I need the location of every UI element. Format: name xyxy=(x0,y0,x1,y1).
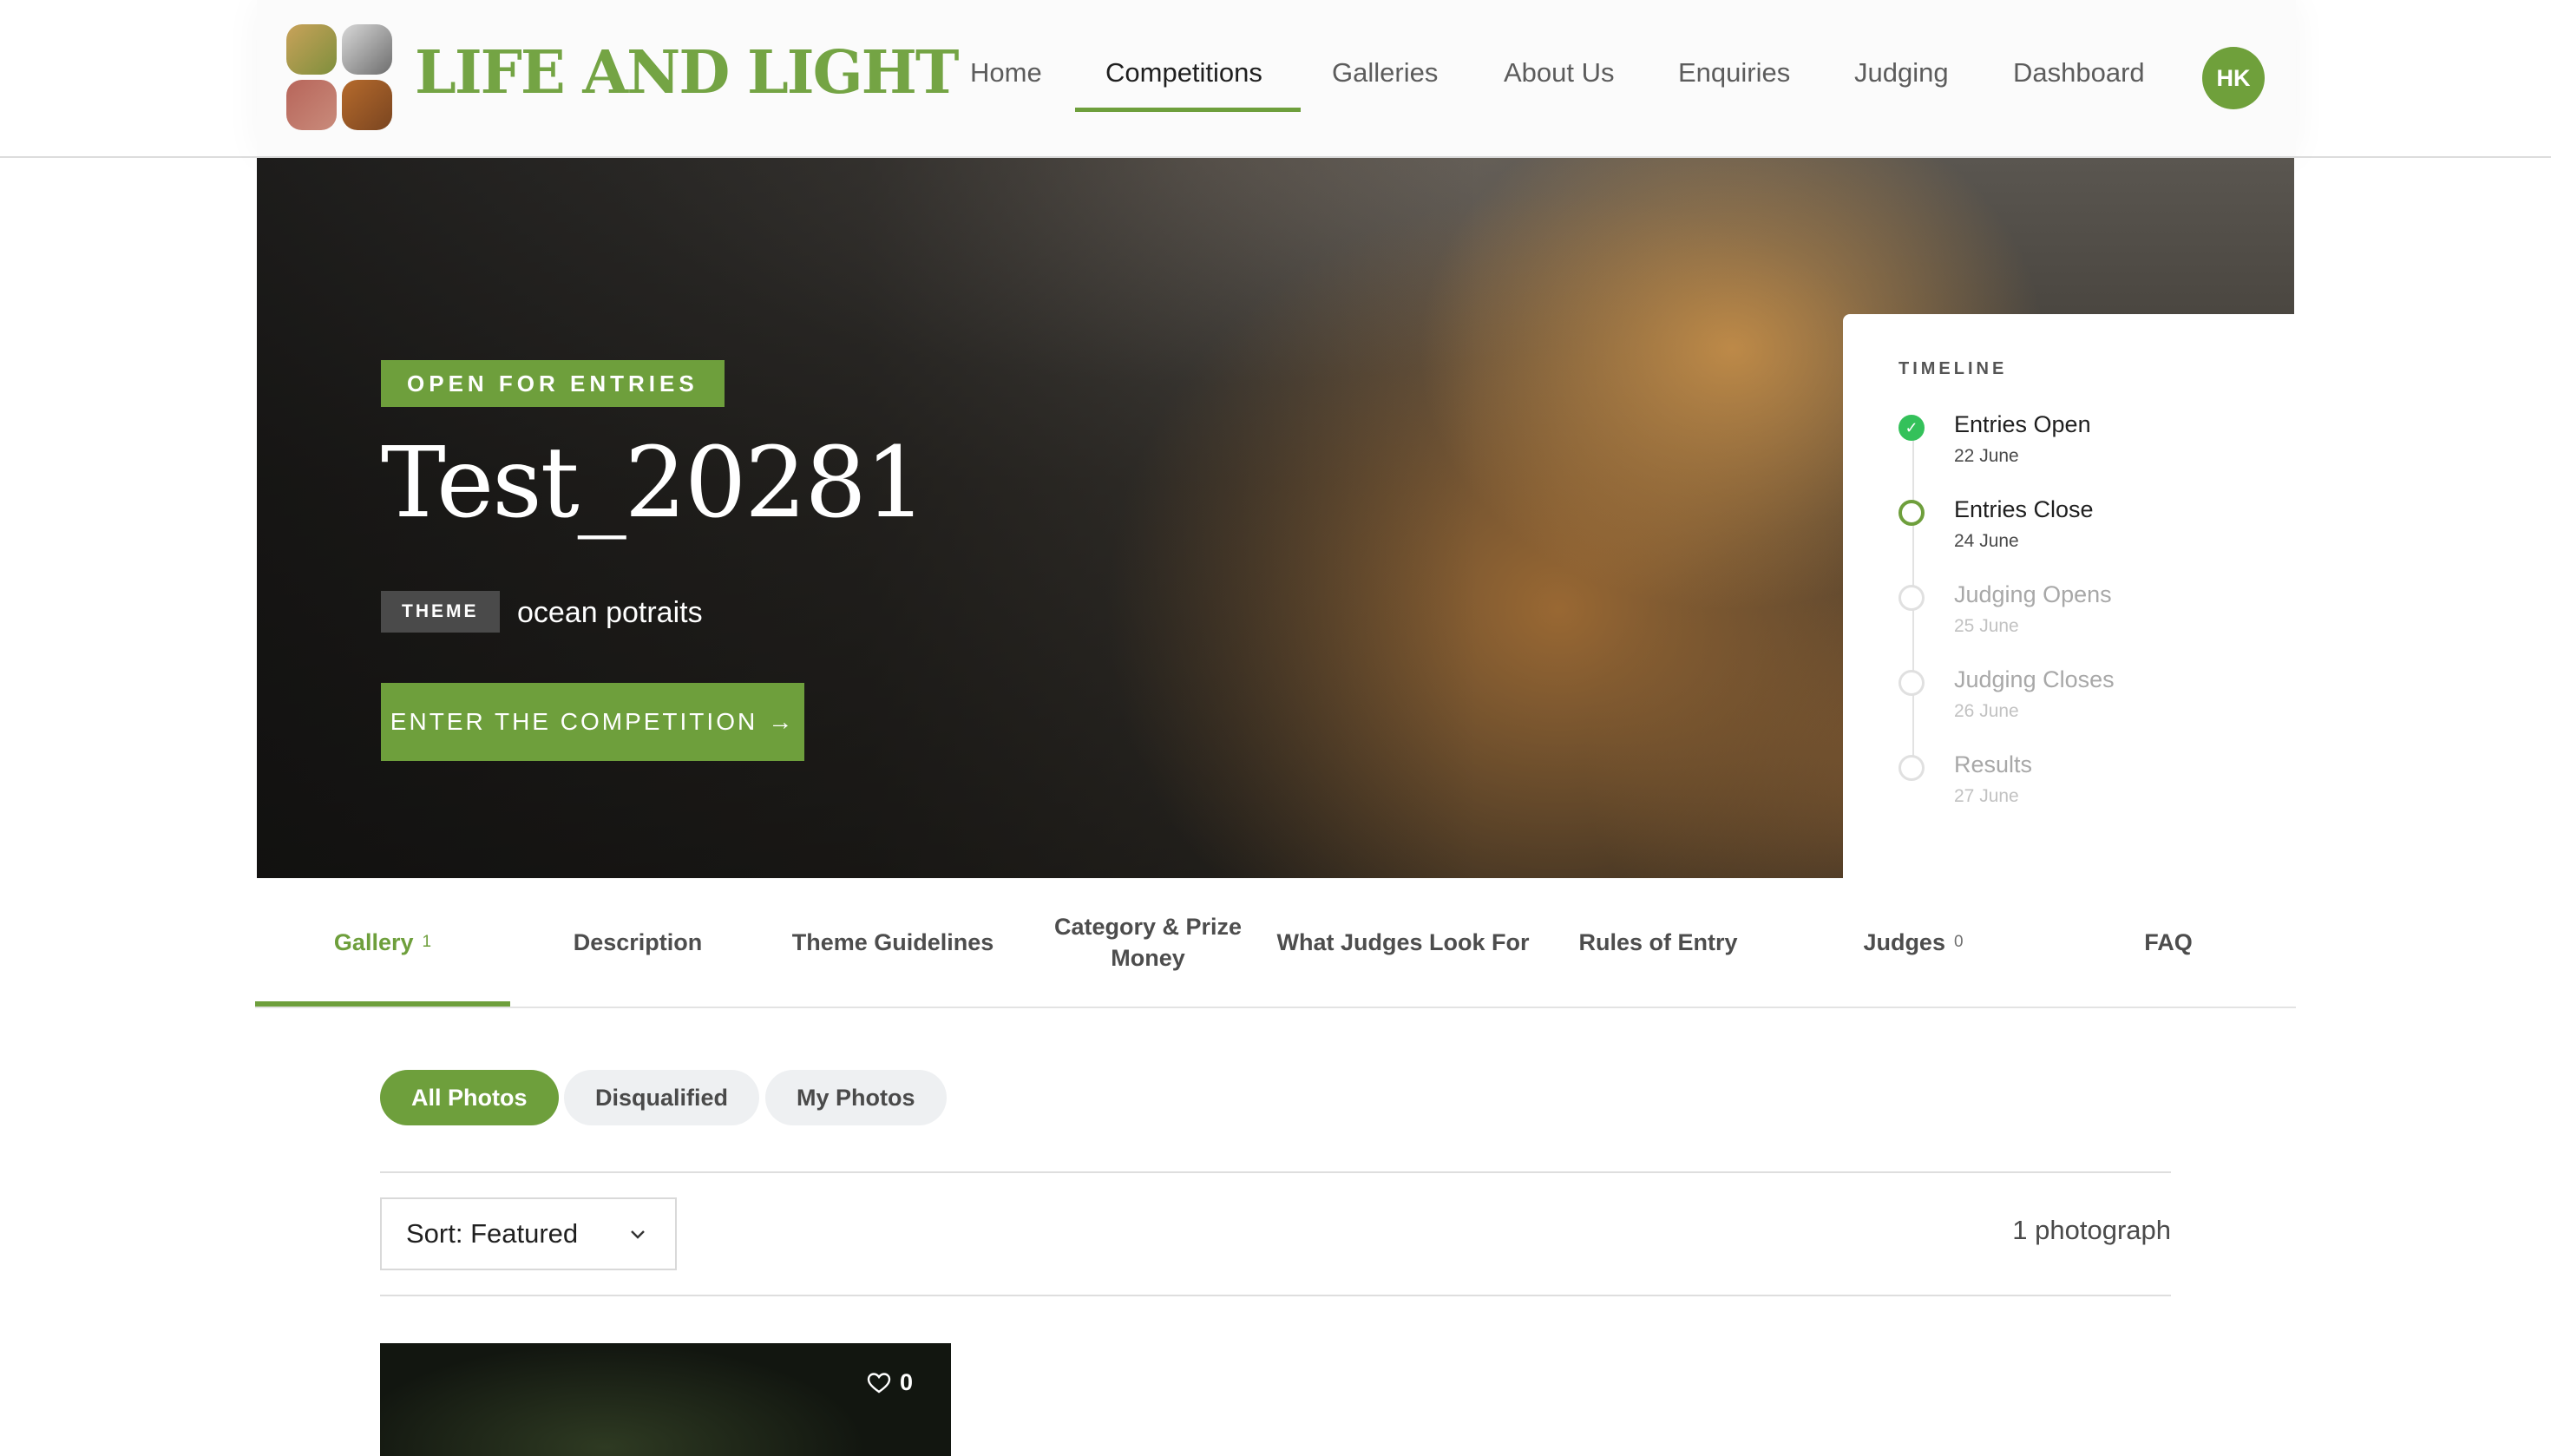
timeline-step-label: Entries Close xyxy=(1954,496,2094,522)
timeline-step-date: 25 June xyxy=(1954,616,2019,636)
tab-theme-guidelines[interactable]: Theme Guidelines xyxy=(765,878,1020,1007)
brand-name[interactable]: LIFE AND LIGHT xyxy=(415,38,960,108)
filter-my-photos[interactable]: My Photos xyxy=(765,1070,947,1125)
theme-label: THEME xyxy=(381,591,500,633)
competition-hero: OPEN FOR ENTRIES Test_20281 THEME ocean … xyxy=(257,158,2294,878)
photo-card[interactable]: 0 xyxy=(380,1343,951,1456)
nav-item-competitions[interactable]: Competitions xyxy=(1105,57,1262,89)
timeline-step: Entries Close 24 June xyxy=(1898,496,2272,566)
photo-count: 1 photograph xyxy=(2012,1215,2171,1245)
timeline-step-date: 26 June xyxy=(1954,701,2019,721)
tab-label: Judges xyxy=(1863,929,1945,955)
tab-judges[interactable]: Judges 0 xyxy=(1786,878,2041,1007)
timeline-step-date: 22 June xyxy=(1954,446,2019,466)
timeline-step: ✓ Entries Open 22 June xyxy=(1898,411,2272,481)
nav-item-home[interactable]: Home xyxy=(970,57,1042,89)
pending-step-icon xyxy=(1898,670,1925,696)
check-icon: ✓ xyxy=(1898,415,1925,441)
timeline-step-label: Entries Open xyxy=(1954,411,2091,437)
like-button[interactable]: 0 xyxy=(867,1369,913,1396)
tab-count: 1 xyxy=(422,933,432,951)
photo-collage-logo-icon[interactable] xyxy=(286,24,394,132)
timeline-step: Results 27 June xyxy=(1898,751,2272,821)
enter-competition-button[interactable]: ENTER THE COMPETITION → xyxy=(381,683,804,761)
like-count: 0 xyxy=(899,1369,913,1395)
pending-step-icon xyxy=(1898,585,1925,611)
nav-item-enquiries[interactable]: Enquiries xyxy=(1678,57,1790,89)
divider xyxy=(380,1171,2171,1173)
filter-disqualified[interactable]: Disqualified xyxy=(564,1070,760,1125)
heart-icon xyxy=(867,1372,891,1393)
timeline-step: Judging Opens 25 June xyxy=(1898,581,2272,651)
nav-item-galleries[interactable]: Galleries xyxy=(1332,57,1438,89)
timeline-step-date: 27 June xyxy=(1954,786,2019,806)
arrow-right-icon: → xyxy=(768,708,796,735)
nav-item-about-us[interactable]: About Us xyxy=(1504,57,1615,89)
status-badge: OPEN FOR ENTRIES xyxy=(381,360,725,407)
tab-gallery[interactable]: Gallery 1 xyxy=(255,878,510,1007)
timeline-step-label: Judging Closes xyxy=(1954,666,2115,692)
filter-all-photos[interactable]: All Photos xyxy=(380,1070,559,1125)
chevron-down-icon xyxy=(631,1230,645,1239)
current-step-icon xyxy=(1898,500,1925,526)
user-avatar[interactable]: HK xyxy=(2202,47,2265,109)
tab-category-prize-money[interactable]: Category & Prize Money xyxy=(1020,878,1276,1007)
timeline-heading: TIMELINE xyxy=(1898,359,2008,378)
timeline-card: TIMELINE ✓ Entries Open 22 June Entries … xyxy=(1843,314,2294,878)
tab-count: 0 xyxy=(1953,933,1964,951)
tab-what-judges-look-for[interactable]: What Judges Look For xyxy=(1276,878,1531,1007)
divider xyxy=(380,1295,2171,1296)
pending-step-icon xyxy=(1898,755,1925,781)
nav-item-judging[interactable]: Judging xyxy=(1854,57,1949,89)
sort-label: Sort: Featured xyxy=(406,1218,579,1249)
nav-active-underline xyxy=(1075,108,1301,112)
theme-value: ocean potraits xyxy=(517,596,703,629)
enter-competition-label: ENTER THE COMPETITION xyxy=(390,708,758,735)
sort-dropdown[interactable]: Sort: Featured xyxy=(380,1197,677,1270)
tab-active-underline xyxy=(255,1001,510,1007)
tab-description[interactable]: Description xyxy=(510,878,765,1007)
competition-tabs: Gallery 1 Description Theme Guidelines C… xyxy=(255,878,2296,1008)
timeline-step: Judging Closes 26 June xyxy=(1898,666,2272,736)
timeline-step-date: 24 June xyxy=(1954,531,2019,551)
tab-faq[interactable]: FAQ xyxy=(2041,878,2296,1007)
competition-title: Test_20281 xyxy=(381,427,927,540)
tab-rules-of-entry[interactable]: Rules of Entry xyxy=(1531,878,1786,1007)
nav-item-dashboard[interactable]: Dashboard xyxy=(2013,57,2145,89)
tab-label: Gallery xyxy=(333,929,414,955)
timeline-step-label: Judging Opens xyxy=(1954,581,2112,607)
timeline-step-label: Results xyxy=(1954,751,2033,777)
site-header: LIFE AND LIGHT Home Competitions Galleri… xyxy=(0,0,2551,158)
